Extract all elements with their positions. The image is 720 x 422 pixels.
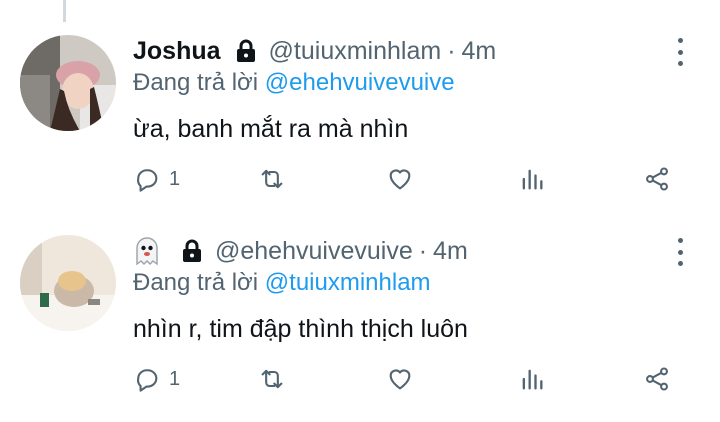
replying-mention[interactable]: @tuiuxminhlam: [265, 269, 431, 296]
like-icon: [389, 369, 411, 390]
timestamp[interactable]: 4m: [462, 37, 497, 66]
retweet-button[interactable]: [258, 165, 286, 193]
analytics-icon: [522, 369, 543, 390]
replying-mention[interactable]: @ehehvuivevuive: [265, 69, 455, 96]
share-icon: [646, 167, 668, 191]
replying-prefix: Đang trả lời: [133, 269, 259, 296]
tweet-text: ừa, banh mắt ra mà nhìn: [133, 115, 409, 143]
share-button[interactable]: [643, 365, 671, 393]
replying-to: Đang trả lời @tuiuxminhlam: [133, 269, 431, 297]
more-icon[interactable]: [670, 38, 690, 66]
avatar[interactable]: [20, 35, 116, 131]
reply-count: 1: [169, 367, 181, 390]
replying-to: Đang trả lời @ehehvuivevuive: [133, 69, 455, 97]
share-button[interactable]: [643, 165, 671, 193]
tweet-reply[interactable]: Joshua @tuiuxminhlam · 4m Đang trả lời @…: [0, 22, 720, 222]
like-button[interactable]: [386, 365, 414, 393]
timestamp[interactable]: 4m: [433, 237, 468, 266]
reply-button[interactable]: 1: [133, 365, 180, 393]
like-icon: [389, 169, 411, 190]
reply-count: 1: [169, 167, 181, 190]
avatar[interactable]: [20, 235, 116, 331]
action-bar: 1: [133, 365, 683, 401]
retweet-icon: [261, 169, 283, 189]
more-icon[interactable]: [670, 238, 690, 266]
tweet-reply[interactable]: @ehehvuivevuive · 4m Đang trả lời @tuiux…: [0, 222, 720, 422]
separator-dot: ·: [418, 236, 428, 265]
reply-button[interactable]: 1: [133, 165, 180, 193]
retweet-icon: [261, 369, 283, 389]
separator-dot: ·: [447, 36, 456, 65]
tweet-header: Joshua @tuiuxminhlam · 4m: [133, 36, 496, 66]
lock-icon: [181, 239, 203, 263]
handle[interactable]: @ehehvuivevuive: [215, 237, 413, 266]
thread-connector-line: [63, 0, 66, 22]
lock-icon: [235, 39, 257, 63]
ghost-emoji-icon: [133, 236, 161, 266]
handle[interactable]: @tuiuxminhlam: [269, 37, 442, 66]
analytics-button[interactable]: [518, 365, 546, 393]
tweet-header: @ehehvuivevuive · 4m: [133, 236, 468, 266]
replying-prefix: Đang trả lời: [133, 69, 259, 96]
retweet-button[interactable]: [258, 365, 286, 393]
analytics-button[interactable]: [518, 165, 546, 193]
analytics-icon: [522, 169, 543, 190]
action-bar: 1: [133, 165, 683, 201]
share-icon: [646, 367, 668, 391]
display-name[interactable]: Joshua: [133, 37, 221, 66]
like-button[interactable]: [386, 165, 414, 193]
reply-icon: [137, 169, 158, 192]
tweet-text: nhìn r, tim đập thình thịch luôn: [133, 315, 468, 343]
reply-icon: [137, 369, 158, 392]
